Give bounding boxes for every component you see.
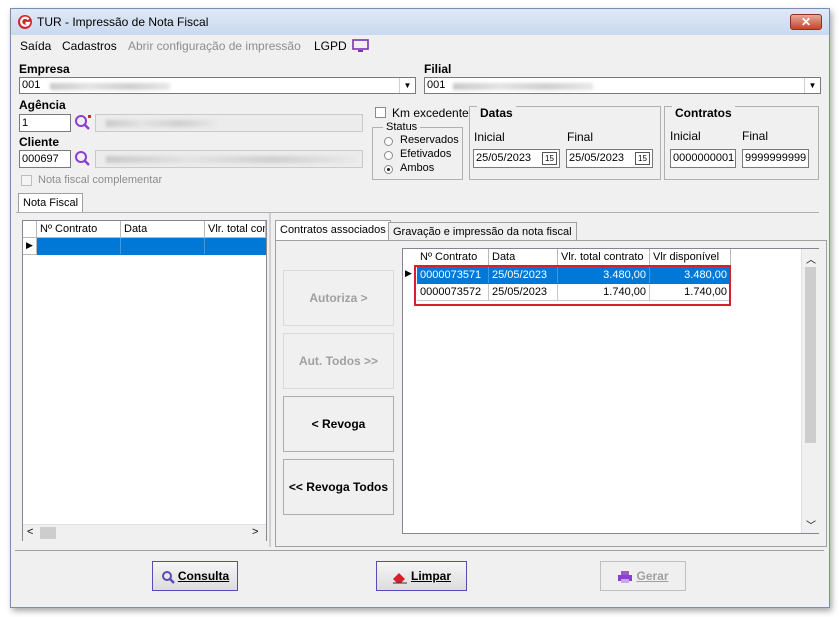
search-icon[interactable] [74,114,92,132]
tab-contratos-associados[interactable]: Contratos associados [275,220,391,241]
empresa-value: 001 [22,79,41,91]
consulta-button[interactable]: Consulta [152,561,238,591]
data-final-value: 25/05/2023 [569,152,625,164]
footer-divider [15,550,824,551]
col-header-contrato[interactable]: Nº Contrato [417,249,489,266]
contrato-inicial-input[interactable]: 0000000001 [670,149,736,168]
scroll-thumb[interactable] [805,267,816,443]
main-window: TUR - Impressão de Nota Fiscal ✕ Saída C… [10,8,830,608]
chevron-down-icon[interactable]: ▼ [399,78,415,93]
row-indicator-icon: ▶ [23,238,37,255]
empresa-label: Empresa [19,62,70,76]
printer-icon [618,570,633,583]
col-header-data[interactable]: Data [489,249,558,266]
eraser-icon [392,572,407,584]
scroll-down-icon[interactable]: ﹀ [806,517,816,532]
filial-name-redacted [453,83,593,90]
scroll-left-icon[interactable]: < [27,526,33,538]
cliente-name-redacted [106,156,356,163]
status-reservados-label: Reservados [400,134,459,146]
cliente-input[interactable]: 000697 [19,150,71,168]
grid-corner [403,249,417,266]
contratos-grid[interactable]: Nº Contrato Data Vlr. total contrato Vlr… [402,248,819,534]
datas-final-label: Final [567,130,594,144]
calendar-icon[interactable]: 15 [542,152,557,165]
autoriza-button[interactable]: Autoriza > [283,270,394,326]
data-inicial-value: 25/05/2023 [476,152,532,164]
search-icon [161,570,175,584]
filial-select[interactable]: 001 ▼ [424,77,821,94]
horizontal-scrollbar[interactable]: < > [23,524,266,541]
contrato-final-input[interactable]: 9999999999 [742,149,809,168]
highlight-box [414,265,731,306]
grid-corner [23,221,37,238]
contratos-final-label: Final [742,129,769,143]
tab-gravacao-impressao[interactable]: Gravação e impressão da nota fiscal [388,222,577,241]
scroll-thumb[interactable] [40,527,56,539]
menu-cadastros[interactable]: Cadastros [62,39,117,53]
aut-todos-button[interactable]: Aut. Todos >> [283,333,394,389]
col-header-vlr-total[interactable]: Vlr. total con [205,221,266,238]
menu-lgpd[interactable]: LGPD [314,39,347,53]
data-inicial-input[interactable]: 25/05/2023 15 [473,149,560,168]
contratos-inicial-label: Inicial [670,129,701,143]
monitor-icon[interactable] [352,39,369,53]
gerar-label: Gerar [636,569,669,583]
table-row[interactable] [37,238,266,255]
nota-fiscal-grid[interactable]: Nº Contrato Data Vlr. total con ▶ < > [22,220,267,541]
agencia-name-redacted [106,120,216,127]
menu-abrir-configuracao[interactable]: Abrir configuração de impressão [128,39,301,53]
empresa-select[interactable]: 001 ▼ [19,77,416,94]
tab-nota-fiscal[interactable]: Nota Fiscal [18,193,84,213]
tab-divider [16,212,819,213]
agencia-label: Agência [19,98,66,112]
cliente-label: Cliente [19,135,60,149]
contratos-title: Contratos [672,106,735,120]
gerar-button[interactable]: Gerar [600,561,686,591]
data-final-input[interactable]: 25/05/2023 15 [566,149,653,168]
app-logo-icon [18,15,32,29]
empresa-name-redacted [50,83,170,90]
chevron-down-icon[interactable]: ▼ [804,78,820,93]
menu-saida[interactable]: Saída [20,39,51,53]
status-label: Status [383,121,421,133]
status-efetivados-label: Efetivados [400,148,452,160]
km-excedente-checkbox[interactable] [375,107,386,118]
agencia-input[interactable]: 1 [19,114,71,132]
datas-title: Datas [477,106,516,120]
col-header-vlr-disponivel[interactable]: Vlr disponível [650,249,731,266]
km-excedente-label: Km excedente [392,106,469,120]
datas-inicial-label: Inicial [474,130,505,144]
table-cell [37,238,121,254]
filial-value: 001 [427,79,446,91]
col-header-vlr-total[interactable]: Vlr. total contrato [558,249,650,266]
limpar-label: Limpar [410,569,451,583]
row-indicator-icon: ▶ [405,268,412,278]
revoga-button[interactable]: < Revoga [283,396,394,452]
status-efetivados-radio[interactable] [384,151,393,160]
title-bar: TUR - Impressão de Nota Fiscal ✕ [11,9,829,35]
filial-label: Filial [424,62,452,76]
scroll-up-icon[interactable]: ︿ [806,251,816,266]
vertical-scrollbar[interactable]: ︿ ﹀ [801,249,819,533]
consulta-label: Consulta [177,569,230,583]
limpar-button[interactable]: Limpar [376,561,467,591]
status-reservados-radio[interactable] [384,137,393,146]
revoga-todos-button[interactable]: << Revoga Todos [283,459,394,515]
scroll-right-icon[interactable]: > [252,526,258,538]
window-title: TUR - Impressão de Nota Fiscal [37,15,209,29]
nota-complementar-checkbox[interactable] [21,175,32,186]
table-cell [121,238,205,254]
nota-complementar-label: Nota fiscal complementar [38,174,163,186]
cliente-name-field [95,150,363,168]
splitter[interactable] [269,213,271,547]
status-ambos-radio[interactable] [384,165,393,174]
status-ambos-label: Ambos [400,162,435,174]
col-header-contrato[interactable]: Nº Contrato [37,221,121,238]
agencia-name-field [95,114,363,132]
close-button[interactable]: ✕ [790,14,822,30]
search-icon[interactable] [74,150,92,168]
calendar-icon[interactable]: 15 [635,152,650,165]
col-header-data[interactable]: Data [121,221,205,238]
